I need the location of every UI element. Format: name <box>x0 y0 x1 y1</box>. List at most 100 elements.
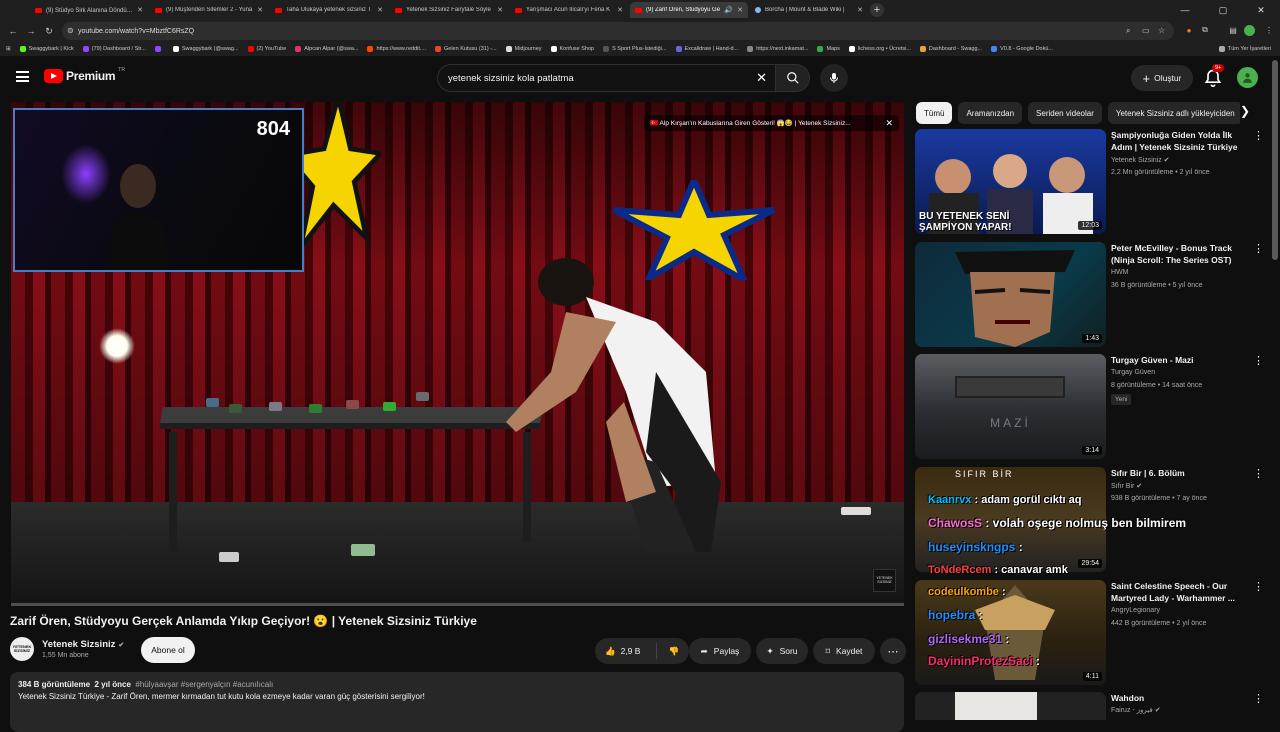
account-avatar[interactable] <box>1237 67 1258 88</box>
bookmark[interactable]: lichess.org • Ücretsi... <box>848 46 911 52</box>
recommended-video[interactable]: 1:43 Peter McEvilley - Bonus Track (Ninj… <box>915 242 1265 347</box>
close-card-icon[interactable]: ✕ <box>885 118 893 129</box>
menu-dots-icon[interactable]: ⋮ <box>1262 23 1276 37</box>
new-tab-button[interactable]: + <box>870 3 884 17</box>
more-options-icon[interactable]: ⋮ <box>1253 582 1264 593</box>
chip-from-series[interactable]: Seriden videolar <box>1028 102 1102 124</box>
hashtags[interactable]: #hülyaavşar #sergenyalçın #acunılıcalı <box>135 680 273 689</box>
bookmark[interactable]: Gelen Kutusu (31) -... <box>435 46 497 52</box>
speaker-icon[interactable]: 🔊 <box>724 6 733 14</box>
forward-icon[interactable]: → <box>22 26 40 36</box>
bookmark[interactable]: Swaggybark | Kick <box>19 46 74 52</box>
extension-icon[interactable]: ● <box>1182 23 1196 37</box>
video-suggestion-card[interactable]: 🇹🇷 Alp Kırşan'ın Kabuslarına Giren Göste… <box>644 115 899 131</box>
recommended-title[interactable]: Wahdon <box>1111 692 1241 704</box>
video-thumbnail[interactable]: 1:43 <box>915 242 1106 347</box>
close-tab-icon[interactable]: ✕ <box>257 6 263 14</box>
close-window-icon[interactable]: ✕ <box>1242 0 1280 20</box>
search-input[interactable]: yetenek sizsiniz kola patlatma ✕ <box>437 64 776 92</box>
clear-search-icon[interactable]: ✕ <box>756 70 767 86</box>
video-thumbnail[interactable] <box>915 692 1106 720</box>
close-tab-icon[interactable]: ✕ <box>377 6 383 14</box>
more-options-icon[interactable]: ⋮ <box>1253 131 1264 142</box>
close-tab-icon[interactable]: ✕ <box>857 6 863 14</box>
more-options-icon[interactable]: ⋮ <box>1253 244 1264 255</box>
chevron-right-icon[interactable]: ❯ <box>1240 104 1250 118</box>
save-button[interactable]: ⌑ Kaydet <box>813 638 875 664</box>
share-button[interactable]: ➦ Paylaş <box>689 638 751 664</box>
site-info-icon[interactable]: ⊜ <box>67 26 74 35</box>
search-button[interactable] <box>776 64 810 92</box>
more-options-icon[interactable]: ⋮ <box>1253 356 1264 367</box>
minimize-icon[interactable]: — <box>1166 0 1204 20</box>
recommended-video[interactable]: Wahdon Fairuz - فيروز ✔ ⋮ <box>915 692 1265 720</box>
recommended-channel[interactable]: Sıfır Bir ✔ <box>1111 482 1142 490</box>
profile-icon[interactable] <box>1244 25 1255 36</box>
channel-name[interactable]: Yetenek Sizsiniz <box>42 639 115 650</box>
bookmark[interactable]: S Sport Plus-İstediği... <box>603 46 667 52</box>
puzzle-icon[interactable]: ⧉ <box>1198 23 1212 37</box>
recommended-video[interactable]: BU YETENEK SENİ ŞAMPİYON YAPAR! 12:03 Şa… <box>915 129 1265 234</box>
recommended-channel[interactable]: Yetenek Sizsiniz ✔ <box>1111 156 1170 164</box>
recommended-channel[interactable]: HWM <box>1111 269 1129 276</box>
bookmark[interactable]: Swaggybark (@swag... <box>172 46 239 52</box>
dislike-button[interactable]: 👎 <box>668 646 679 657</box>
browser-tab[interactable]: (9) Müşteriden Sitemler 2 - Yuna ✕ <box>150 2 268 18</box>
channel-avatar[interactable]: YETENEK SİZSİNİZ <box>10 637 34 661</box>
bookmark[interactable] <box>154 46 164 52</box>
video-thumbnail[interactable]: BU YETENEK SENİ ŞAMPİYON YAPAR! 12:03 <box>915 129 1106 234</box>
create-button[interactable]: + Oluştur <box>1131 65 1193 91</box>
chip-all[interactable]: Tümü <box>916 102 953 124</box>
apps-icon[interactable]: ⊞ <box>6 46 11 52</box>
bookmark[interactable]: Midjourney <box>505 46 542 52</box>
close-tab-icon[interactable]: ✕ <box>617 6 623 14</box>
back-icon[interactable]: ← <box>4 26 22 36</box>
zoom-icon[interactable]: ⌕ <box>1126 26 1130 36</box>
bookmark[interactable]: Maps <box>817 46 840 52</box>
bookmark[interactable]: https://next.inkamat... <box>747 46 808 52</box>
tab-search-icon[interactable]: ▤ <box>1226 23 1240 37</box>
description-box[interactable]: 384 B görüntüleme 2 yıl önce #hülyaavşar… <box>10 672 904 732</box>
cast-icon[interactable]: ▭ <box>1142 26 1150 35</box>
bookmark-star-icon[interactable]: ☆ <box>1158 26 1165 35</box>
recommended-title[interactable]: Peter McEvilley - Bonus Track (Ninja Scr… <box>1111 242 1241 266</box>
voice-search-button[interactable] <box>820 64 848 92</box>
youtube-premium-logo[interactable]: Premium TR <box>44 67 125 83</box>
subscribe-button[interactable]: Abone ol <box>141 637 195 663</box>
recommended-video[interactable]: MAZİ 3:14 Turgay Güven - Mazi Turgay Güv… <box>915 354 1265 459</box>
browser-tab[interactable]: Borcha | Mount & Blade Wiki | ✕ <box>750 2 868 18</box>
video-player[interactable]: 804 🇹🇷 Alp Kırşan'ın Kabuslarına Giren G… <box>11 102 904 606</box>
hamburger-menu-icon[interactable] <box>16 71 29 82</box>
recommended-title[interactable]: Turgay Güven - Mazi <box>1111 354 1241 366</box>
recommended-channel[interactable]: Turgay Güven <box>1111 369 1155 376</box>
browser-tab[interactable]: Yarışmacı Acun Ilıcalı'yı Fena K ✕ <box>510 2 628 18</box>
more-options-icon[interactable]: ⋮ <box>1253 694 1264 705</box>
bookmark[interactable]: Alpcan Alpar (@swa... <box>295 46 358 52</box>
all-bookmarks-folder[interactable]: Tüm Yer İşaretleri <box>1218 46 1271 52</box>
channel-watermark[interactable]: YETENEK SİZSİNİZ <box>873 569 896 592</box>
reload-icon[interactable]: ↻ <box>40 26 58 37</box>
page-scrollbar[interactable] <box>1272 60 1278 260</box>
bookmark[interactable]: V0.8 - Google Dokü... <box>991 46 1053 52</box>
bookmark[interactable]: Konfuse Shop <box>550 46 594 52</box>
ask-button[interactable]: ✦ Soru <box>756 638 808 664</box>
address-bar[interactable]: ⊜ youtube.com/watch?v=MbztfC6RsZQ ⌕ ▭ ☆ <box>62 22 1174 40</box>
bookmark[interactable]: Dashboard - Swagg... <box>919 46 982 52</box>
more-actions-button[interactable]: ⋯ <box>880 638 906 664</box>
chip-from-uploader[interactable]: Yetenek Sizsiniz adlı yükleyiciden <box>1107 102 1240 124</box>
close-tab-icon[interactable]: ✕ <box>497 6 503 14</box>
recommended-title[interactable]: Sıfır Bir | 6. Bölüm <box>1111 467 1241 479</box>
progress-bar[interactable] <box>11 603 904 606</box>
maximize-icon[interactable]: ▢ <box>1204 0 1242 20</box>
close-tab-icon[interactable]: ✕ <box>137 6 143 14</box>
browser-tab[interactable]: Taha Ulukaya yetenek sizsiniz T ✕ <box>270 2 388 18</box>
recommended-channel[interactable]: Fairuz - فيروز ✔ <box>1111 706 1161 714</box>
more-options-icon[interactable]: ⋮ <box>1253 469 1264 480</box>
bookmark[interactable]: (2) YouTube <box>247 46 286 52</box>
bookmark[interactable]: https://www.reddit.... <box>367 46 426 52</box>
bookmark[interactable]: Excalidraw | Hand-d... <box>675 46 738 52</box>
video-thumbnail[interactable]: MAZİ 3:14 <box>915 354 1106 459</box>
browser-tab[interactable]: Yetenek Sizsiniz Fairytale Söyle ✕ <box>390 2 508 18</box>
browser-tab-active[interactable]: (9) Zarif Ören, Stüdyoyu Ge 🔊 ✕ <box>630 2 748 18</box>
like-button[interactable]: 👍 2,9 B <box>605 646 640 657</box>
